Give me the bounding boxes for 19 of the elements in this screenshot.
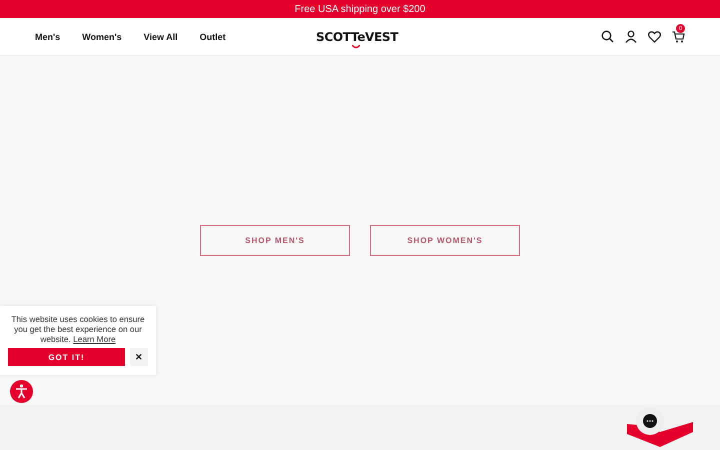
cart-icon[interactable] xyxy=(672,30,685,42)
accessibility-icon[interactable] xyxy=(10,380,33,403)
smile-icon xyxy=(352,45,360,49)
shop-button[interactable]: SHOP MEN'S xyxy=(200,225,350,256)
nav-link[interactable]: Women's xyxy=(82,32,122,42)
nav-link[interactable]: View All xyxy=(144,32,178,42)
learn-more-link[interactable]: Learn More xyxy=(73,334,116,344)
shop-button[interactable]: SHOP WOMEN'S xyxy=(370,225,520,256)
nav-link[interactable]: Men's xyxy=(35,32,60,42)
announcement-text: Free USA shipping over $200 xyxy=(294,4,426,14)
search-icon[interactable] xyxy=(601,30,614,43)
accept-button[interactable]: GOT IT! xyxy=(8,348,125,366)
logo[interactable]: SCOTTeVEST xyxy=(316,30,398,44)
chat-icon xyxy=(643,414,657,428)
close-button[interactable]: ✕ xyxy=(130,348,148,366)
cookie-message: This website uses cookies to ensure you get the best experience on our website. Learn More xyxy=(10,314,146,344)
nav-link[interactable]: Outlet xyxy=(200,32,226,42)
account-icon[interactable] xyxy=(625,30,637,43)
heart-icon[interactable] xyxy=(648,30,661,42)
